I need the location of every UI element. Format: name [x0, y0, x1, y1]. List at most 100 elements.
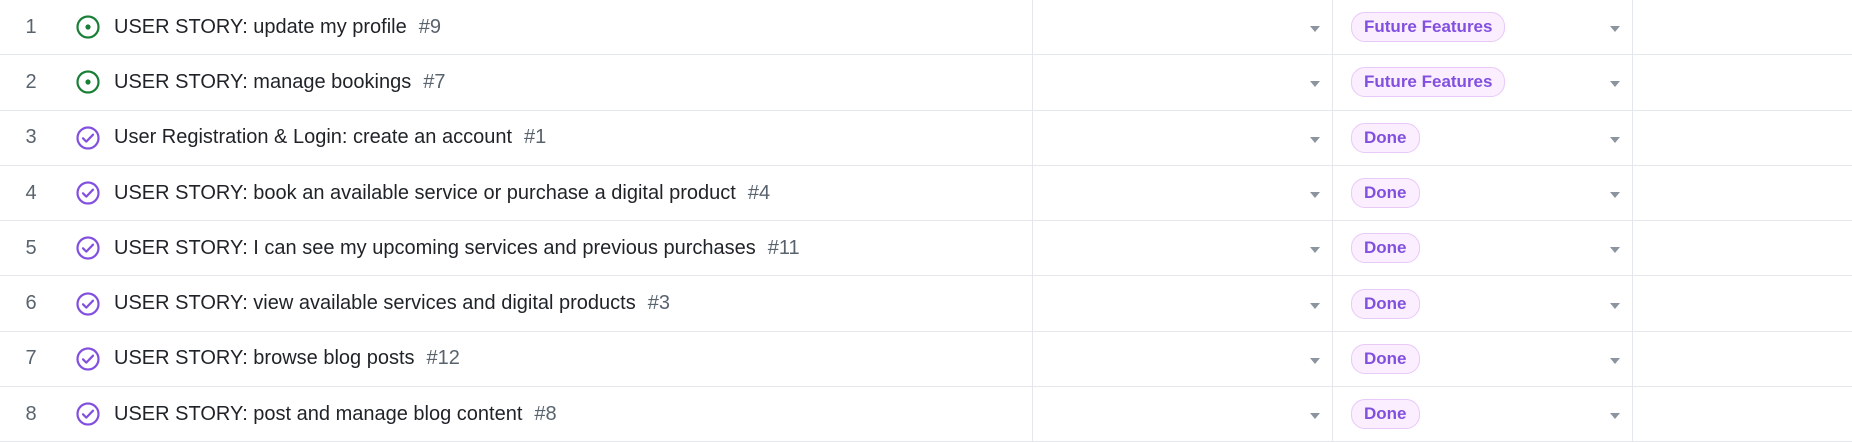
empty-cell[interactable] [1633, 55, 1852, 109]
status-badge[interactable]: Done [1351, 343, 1420, 374]
completed-issue-icon [74, 124, 102, 152]
chevron-down-icon[interactable] [1310, 413, 1320, 420]
chevron-down-icon[interactable] [1610, 192, 1620, 199]
empty-cell[interactable] [1633, 387, 1852, 441]
empty-cell[interactable] [1633, 0, 1852, 54]
row-number-text: 5 [25, 236, 37, 259]
chevron-down-icon[interactable] [1610, 357, 1620, 364]
chevron-down-icon[interactable] [1310, 302, 1320, 309]
status-cell[interactable]: Future Features [1333, 0, 1633, 55]
open-issue-icon [74, 13, 102, 41]
title-cell[interactable]: USER STORY: book an available service or… [62, 165, 1033, 221]
row-number: 1 [0, 0, 62, 54]
table-row[interactable]: 5 USER STORY: I can see my upcoming servi… [0, 221, 1852, 277]
chevron-down-icon[interactable] [1310, 357, 1320, 364]
table-row[interactable]: 4 USER STORY: book an available service o… [0, 165, 1852, 222]
open-issue-icon [74, 68, 102, 96]
chevron-down-icon[interactable] [1310, 81, 1320, 88]
field-cell[interactable] [1033, 55, 1333, 110]
table-row[interactable]: 1 USER STORY: update my profile #9 Future F… [0, 0, 1852, 56]
row-number: 4 [0, 166, 62, 220]
chevron-down-icon[interactable] [1610, 247, 1620, 254]
empty-cell[interactable] [1633, 111, 1852, 165]
title-cell[interactable]: USER STORY: manage bookings #7 [62, 55, 1033, 110]
table-row[interactable]: 2 USER STORY: manage bookings #7 Future Fea… [0, 55, 1852, 111]
chevron-down-icon[interactable] [1610, 81, 1620, 88]
status-cell[interactable]: Done [1333, 276, 1633, 331]
table-row[interactable]: 3 User Registration & Login: create an ac… [0, 110, 1852, 166]
issue-number[interactable]: #8 [534, 403, 556, 426]
table-row[interactable]: 6 USER STORY: view available services and… [0, 276, 1852, 332]
status-cell[interactable]: Done [1333, 387, 1633, 442]
title-cell[interactable]: USER STORY: update my profile #9 [62, 0, 1033, 55]
status-cell[interactable]: Future Features [1333, 55, 1633, 110]
row-number: 3 [0, 111, 62, 165]
empty-cell[interactable] [1633, 332, 1852, 386]
field-cell[interactable] [1033, 331, 1333, 387]
chevron-down-icon[interactable] [1610, 413, 1620, 420]
empty-cell[interactable] [1633, 221, 1852, 275]
completed-issue-icon [74, 400, 102, 428]
field-cell[interactable] [1033, 165, 1333, 221]
status-badge[interactable]: Done [1351, 233, 1420, 264]
issue-title[interactable]: USER STORY: update my profile [114, 16, 407, 39]
issue-title[interactable]: USER STORY: book an available service or… [114, 182, 736, 205]
issue-title[interactable]: USER STORY: I can see my upcoming servic… [114, 237, 756, 260]
field-cell[interactable] [1033, 221, 1333, 276]
row-number: 5 [0, 221, 62, 275]
field-cell[interactable] [1033, 276, 1333, 331]
status-badge[interactable]: Future Features [1351, 12, 1506, 43]
chevron-down-icon[interactable] [1610, 302, 1620, 309]
project-table: 1 USER STORY: update my profile #9 Future F… [0, 0, 1852, 442]
issue-title[interactable]: USER STORY: browse blog posts [114, 347, 415, 370]
table-row[interactable]: 7 USER STORY: browse blog posts #12 Done [0, 331, 1852, 388]
title-cell[interactable]: USER STORY: view available services and … [62, 276, 1033, 331]
title-cell[interactable]: User Registration & Login: create an acc… [62, 110, 1033, 165]
completed-issue-icon [74, 345, 102, 373]
issue-number[interactable]: #7 [423, 71, 445, 94]
row-number-text: 2 [25, 70, 37, 93]
title-cell[interactable]: USER STORY: I can see my upcoming servic… [62, 221, 1033, 276]
issue-number[interactable]: #3 [648, 292, 670, 315]
issue-number[interactable]: #9 [419, 16, 441, 39]
status-cell[interactable]: Done [1333, 110, 1633, 165]
chevron-down-icon[interactable] [1310, 26, 1320, 33]
empty-cell[interactable] [1633, 166, 1852, 220]
status-cell[interactable]: Done [1333, 331, 1633, 387]
chevron-down-icon[interactable] [1310, 136, 1320, 143]
issue-number[interactable]: #12 [427, 347, 460, 370]
issue-number[interactable]: #1 [524, 126, 546, 149]
row-number: 7 [0, 332, 62, 386]
chevron-down-icon[interactable] [1610, 136, 1620, 143]
field-cell[interactable] [1033, 387, 1333, 442]
issue-number[interactable]: #11 [768, 237, 800, 260]
status-badge[interactable]: Future Features [1351, 67, 1506, 98]
issue-title[interactable]: User Registration & Login: create an acc… [114, 126, 512, 149]
row-number-text: 6 [25, 292, 37, 315]
chevron-down-icon[interactable] [1310, 192, 1320, 199]
status-badge[interactable]: Done [1351, 288, 1420, 319]
chevron-down-icon[interactable] [1310, 247, 1320, 254]
issue-title[interactable]: USER STORY: post and manage blog content [114, 403, 522, 426]
issue-title[interactable]: USER STORY: manage bookings [114, 71, 411, 94]
title-cell[interactable]: USER STORY: post and manage blog content… [62, 387, 1033, 442]
completed-issue-icon [74, 179, 102, 207]
row-number: 6 [0, 276, 62, 330]
row-number: 8 [0, 387, 62, 441]
field-cell[interactable] [1033, 110, 1333, 165]
table-row[interactable]: 8 USER STORY: post and manage blog conten… [0, 387, 1852, 442]
title-cell[interactable]: USER STORY: browse blog posts #12 [62, 331, 1033, 387]
status-cell[interactable]: Done [1333, 165, 1633, 221]
row-number-text: 1 [25, 15, 37, 38]
chevron-down-icon[interactable] [1610, 26, 1620, 33]
field-cell[interactable] [1033, 0, 1333, 55]
issue-title[interactable]: USER STORY: view available services and … [114, 292, 636, 315]
status-cell[interactable]: Done [1333, 221, 1633, 276]
status-badge[interactable]: Done [1351, 399, 1420, 430]
status-badge[interactable]: Done [1351, 178, 1420, 209]
row-number-text: 7 [25, 347, 37, 370]
issue-number[interactable]: #4 [748, 182, 770, 205]
status-badge[interactable]: Done [1351, 122, 1420, 153]
empty-cell[interactable] [1633, 276, 1852, 330]
completed-issue-icon [74, 290, 102, 318]
